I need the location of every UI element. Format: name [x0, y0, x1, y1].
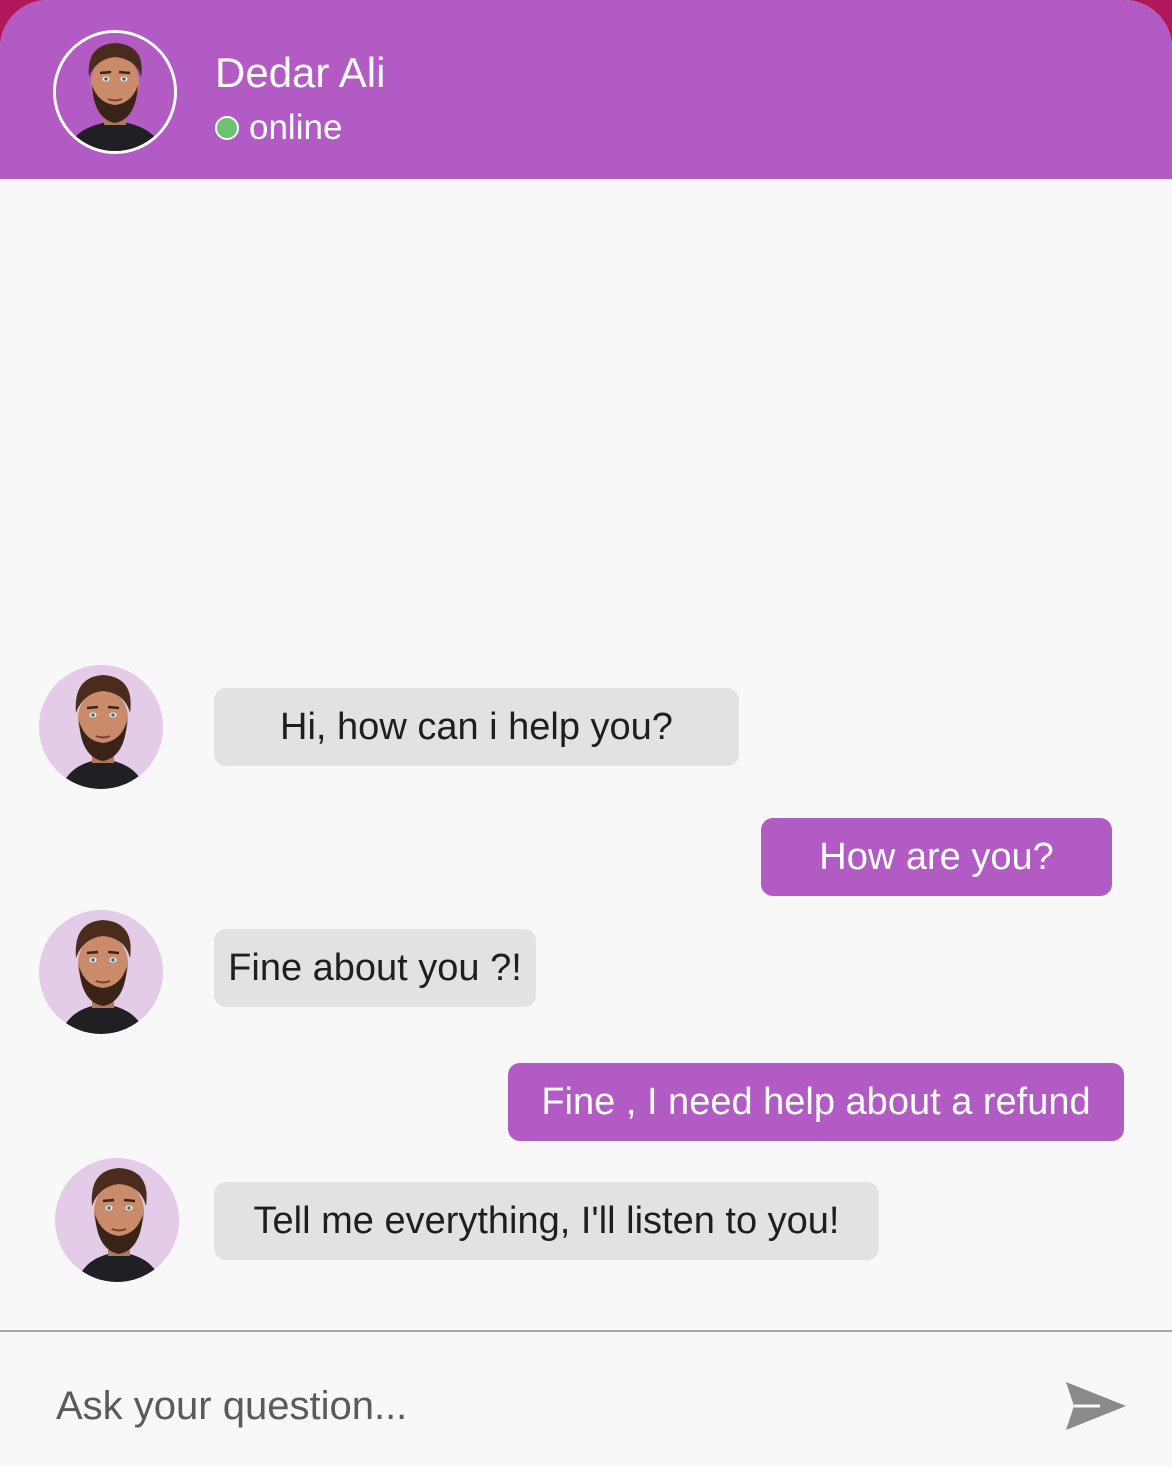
bot-avatar	[39, 665, 163, 789]
bot-avatar	[55, 1158, 179, 1282]
contact-avatar[interactable]	[53, 30, 177, 154]
bot-message: Hi, how can i help you?	[214, 688, 739, 766]
online-dot-icon	[215, 116, 239, 140]
bot-avatar	[39, 910, 163, 1034]
send-icon	[1066, 1382, 1126, 1430]
avatar-portrait	[55, 1158, 179, 1282]
chat-header: Dedar Ali online	[0, 0, 1172, 179]
avatar-portrait	[39, 910, 163, 1034]
avatar-portrait	[39, 665, 163, 789]
avatar-portrait	[56, 33, 174, 151]
send-button[interactable]	[1060, 1376, 1132, 1436]
status-text: online	[249, 108, 343, 147]
user-message: Fine , I need help about a refund	[508, 1063, 1124, 1141]
contact-name: Dedar Ali	[215, 49, 386, 96]
bot-message: Fine about you ?!	[214, 929, 536, 1007]
status-indicator: online	[215, 106, 342, 150]
bot-message: Tell me everything, I'll listen to you!	[214, 1182, 879, 1260]
chat-window: Dedar Ali online Hi, how can i help you?…	[0, 0, 1172, 1466]
question-input[interactable]	[40, 1366, 1052, 1446]
composer	[0, 1332, 1172, 1466]
user-message: How are you?	[761, 818, 1112, 896]
